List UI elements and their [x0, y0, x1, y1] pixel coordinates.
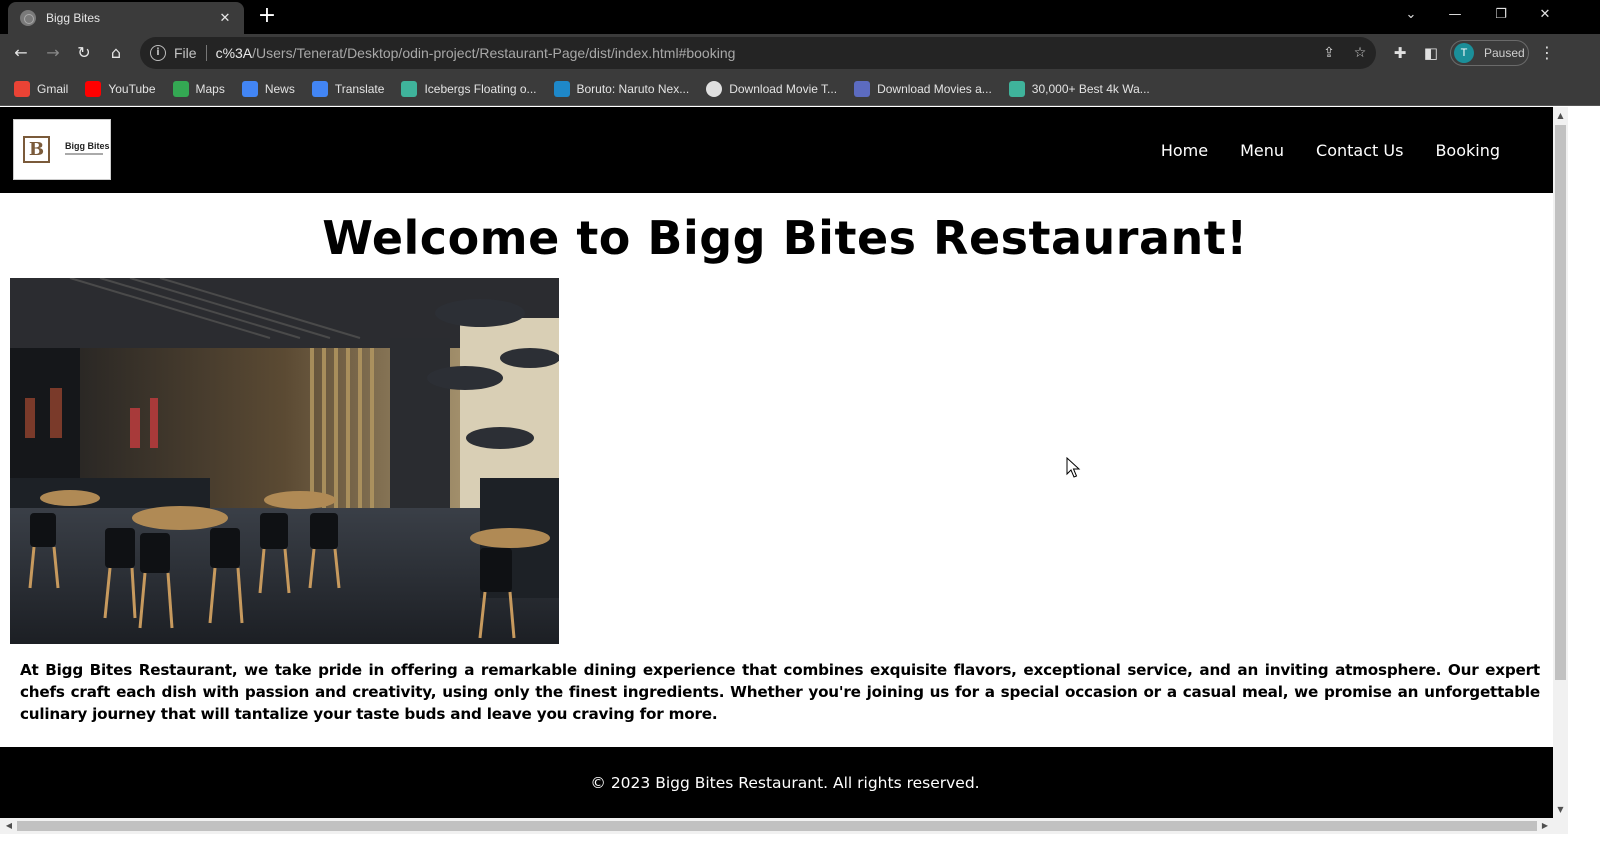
- site-logo[interactable]: B Bigg Bites: [13, 119, 111, 180]
- bookmark-item[interactable]: Gmail: [14, 80, 69, 97]
- scroll-right-icon[interactable]: ▶: [1537, 818, 1553, 834]
- bookmark-label: Boruto: Naruto Nex...: [576, 81, 690, 96]
- site-footer: © 2023 Bigg Bites Restaurant. All rights…: [0, 747, 1553, 818]
- bookmark-item[interactable]: Icebergs Floating o...: [401, 80, 537, 97]
- mouse-cursor-icon: [1066, 457, 1081, 478]
- logo-tagline-line: [65, 153, 103, 155]
- horizontal-scrollbar[interactable]: ◀ ▶: [0, 818, 1568, 834]
- address-bar[interactable]: i File c%3A/Users/Tenerat/Desktop/odin-p…: [140, 37, 1376, 69]
- browser-tabstrip: Bigg Bites ✕ + ⌄ — ❐ ✕: [0, 0, 1600, 34]
- scroll-up-icon[interactable]: ▲: [1553, 108, 1568, 123]
- vertical-scrollbar[interactable]: ▲ ▼: [1553, 107, 1568, 818]
- forward-icon[interactable]: →: [40, 40, 66, 66]
- close-tab-icon[interactable]: ✕: [216, 11, 234, 26]
- vertical-scroll-thumb[interactable]: [1555, 125, 1566, 680]
- bookmark-label: Translate: [334, 81, 385, 96]
- site-nav: Home Menu Contact Us Booking: [1129, 141, 1500, 160]
- bookmark-item[interactable]: News: [241, 80, 295, 97]
- browser-toolbar: ← → ↻ ⌂ i File c%3A/Users/Tenerat/Deskto…: [0, 34, 1600, 72]
- profile-status: Paused: [1484, 46, 1525, 60]
- tab-title: Bigg Bites: [46, 11, 101, 25]
- bookmarks-bar: Gmail YouTube Maps News Translate Icebergs Fl…: [0, 72, 1600, 106]
- scroll-down-icon[interactable]: ▼: [1553, 802, 1568, 817]
- share-icon[interactable]: ⇪: [1320, 44, 1338, 62]
- nav-booking[interactable]: Booking: [1435, 141, 1500, 160]
- bookmark-site-icon: [553, 80, 570, 97]
- minimize-icon[interactable]: —: [1432, 0, 1478, 32]
- info-icon[interactable]: i: [150, 45, 166, 61]
- logo-text: Bigg Bites: [65, 141, 110, 151]
- profile-button[interactable]: T Paused: [1450, 40, 1529, 66]
- bookmark-label: 30,000+ Best 4k Wa...: [1031, 81, 1150, 96]
- window-bottom-edge: [0, 834, 1600, 852]
- bookmark-item[interactable]: Boruto: Naruto Nex...: [553, 80, 690, 97]
- globe-icon: [706, 80, 723, 97]
- horizontal-scroll-thumb[interactable]: [17, 821, 1537, 831]
- bookmark-label: Download Movie T...: [729, 81, 838, 96]
- restore-icon[interactable]: ❐: [1478, 0, 1524, 32]
- omnibox-divider: [205, 45, 207, 61]
- maps-icon: [172, 80, 189, 97]
- bookmark-label: Icebergs Floating o...: [424, 81, 537, 96]
- tab-search-icon[interactable]: ⌄: [1388, 0, 1434, 32]
- translate-icon: [311, 80, 328, 97]
- browser-tab[interactable]: Bigg Bites ✕: [8, 2, 244, 34]
- page-viewport: B Bigg Bites Home Menu Contact Us Bookin…: [0, 107, 1553, 818]
- bookmark-label: Download Movies a...: [877, 81, 992, 96]
- restaurant-interior-image: [10, 278, 559, 644]
- bookmark-item[interactable]: YouTube: [85, 80, 156, 97]
- close-window-icon[interactable]: ✕: [1522, 0, 1568, 32]
- about-paragraph: At Bigg Bites Restaurant, we take pride …: [20, 661, 1540, 723]
- back-icon[interactable]: ←: [8, 40, 34, 66]
- youtube-icon: [85, 80, 102, 97]
- gmail-icon: [14, 80, 30, 97]
- nav-home[interactable]: Home: [1161, 141, 1208, 160]
- globe-icon: [20, 10, 36, 26]
- bookmark-item[interactable]: Download Movie T...: [706, 80, 838, 97]
- scroll-left-icon[interactable]: ◀: [1, 818, 17, 834]
- new-tab-button[interactable]: +: [255, 5, 279, 29]
- reload-icon[interactable]: ↻: [71, 40, 97, 66]
- avatar: T: [1454, 43, 1474, 63]
- bookmark-site-icon: [401, 80, 418, 97]
- bookmark-label: Maps: [195, 81, 225, 96]
- bookmark-site-icon: [1008, 80, 1025, 97]
- url-text[interactable]: c%3A/Users/Tenerat/Desktop/odin-project/…: [216, 45, 736, 61]
- side-panel-icon[interactable]: ◧: [1421, 43, 1441, 63]
- bookmark-item[interactable]: Download Movies a...: [854, 80, 992, 97]
- more-menu-icon[interactable]: ⋮: [1537, 43, 1557, 62]
- logo-mark: B: [23, 136, 50, 163]
- bookmark-label: Gmail: [37, 81, 69, 96]
- home-icon[interactable]: ⌂: [103, 40, 129, 66]
- footer-copyright: © 2023 Bigg Bites Restaurant. All rights…: [590, 774, 980, 792]
- page-title: Welcome to Bigg Bites Restaurant!: [322, 211, 1248, 265]
- window-right-edge: [1568, 107, 1600, 852]
- news-icon: [241, 80, 258, 97]
- bookmark-site-icon: [854, 80, 871, 97]
- bookmark-label: News: [264, 81, 295, 96]
- bookmark-item[interactable]: Translate: [311, 80, 385, 97]
- nav-menu[interactable]: Menu: [1240, 141, 1284, 160]
- bookmark-label: YouTube: [108, 81, 156, 96]
- site-header: B Bigg Bites Home Menu Contact Us Bookin…: [0, 107, 1553, 193]
- file-scheme-label: File: [174, 45, 197, 61]
- extensions-icon[interactable]: ✚: [1390, 43, 1410, 63]
- bookmark-star-icon[interactable]: ☆: [1351, 44, 1369, 62]
- nav-contact-us[interactable]: Contact Us: [1316, 141, 1403, 160]
- bookmark-item[interactable]: 30,000+ Best 4k Wa...: [1008, 80, 1150, 97]
- bookmark-item[interactable]: Maps: [172, 80, 225, 97]
